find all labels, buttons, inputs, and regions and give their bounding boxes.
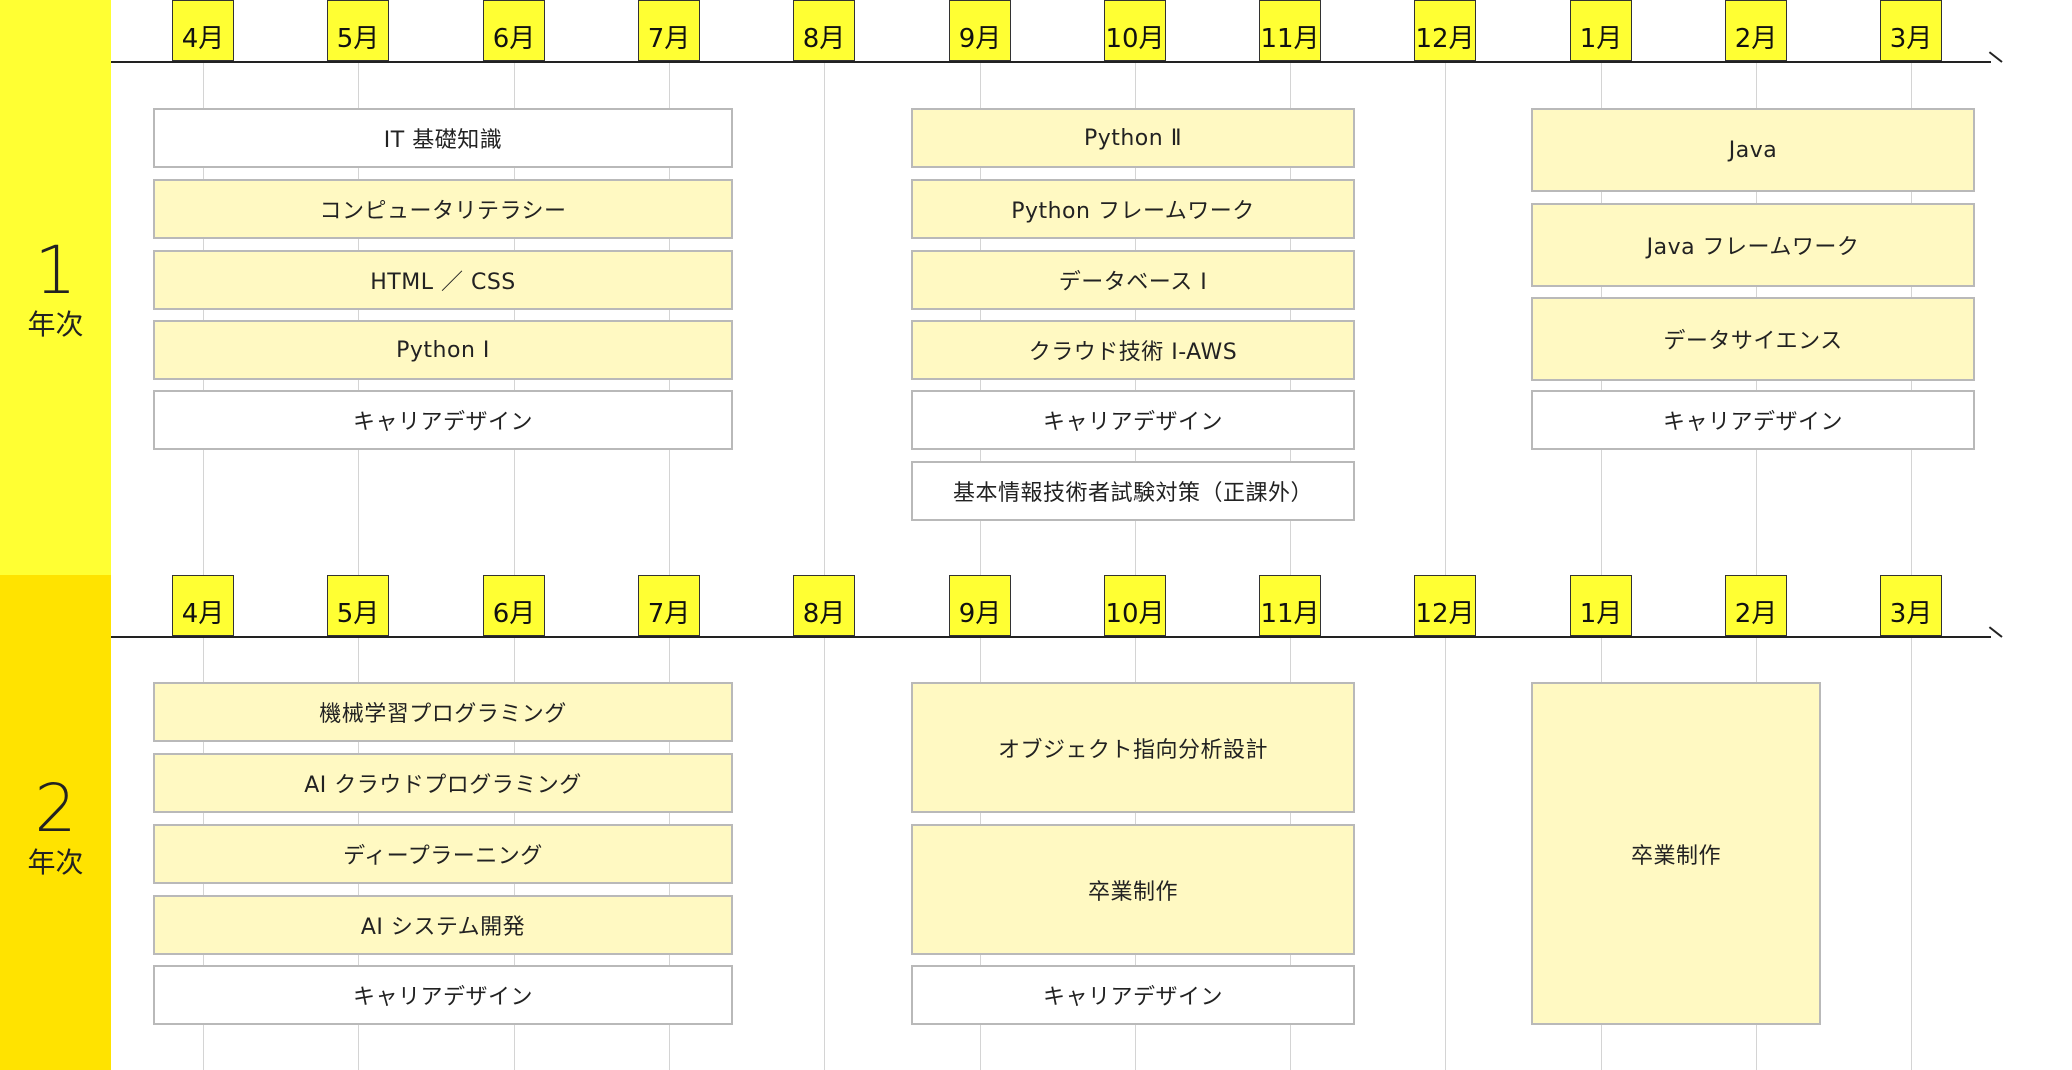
month-tag: 4月: [172, 0, 234, 61]
month-tag: 9月: [949, 575, 1011, 636]
month-tag: 4月: [172, 575, 234, 636]
month-tag: 2月: [1725, 575, 1787, 636]
course-block: 基本情報技術者試験対策（正課外）: [911, 461, 1355, 521]
course-block: Java フレームワーク: [1531, 203, 1975, 287]
course-block: オブジェクト指向分析設計: [911, 682, 1355, 813]
year-2-label: 2 年次: [0, 776, 111, 878]
month-tag: 3月: [1880, 575, 1942, 636]
course-block: Java: [1531, 108, 1975, 192]
year-2-suffix: 年次: [27, 846, 84, 879]
month-tag: 12月: [1414, 0, 1476, 61]
month-tag: 6月: [483, 0, 545, 61]
course-block: IT 基礎知識: [153, 108, 733, 168]
month-tag: 11月: [1259, 575, 1321, 636]
month-tag: 10月: [1104, 575, 1166, 636]
course-block: AI システム開発: [153, 895, 733, 955]
month-tag: 11月: [1259, 0, 1321, 61]
month-gridline: [824, 637, 825, 1070]
month-tag: 10月: [1104, 0, 1166, 61]
month-tag: 2月: [1725, 0, 1787, 61]
year-1-number: 1: [34, 232, 77, 309]
month-tag: 5月: [327, 0, 389, 61]
month-tag: 12月: [1414, 575, 1476, 636]
year-2-timeline: [111, 636, 1991, 638]
course-block: ディープラーニング: [153, 824, 733, 884]
month-tag: 6月: [483, 575, 545, 636]
course-block: データサイエンス: [1531, 297, 1975, 381]
month-tag: 7月: [638, 575, 700, 636]
year-1-suffix: 年次: [27, 308, 84, 341]
course-block: HTML ／ CSS: [153, 250, 733, 310]
month-tag: 8月: [793, 0, 855, 61]
month-tag: 1月: [1570, 0, 1632, 61]
month-gridline: [824, 62, 825, 575]
course-block: Python Ⅰ: [153, 320, 733, 380]
course-block: Python Ⅱ: [911, 108, 1355, 168]
year-2-number: 2: [34, 770, 77, 847]
course-block: キャリアデザイン: [153, 390, 733, 450]
course-block: Python フレームワーク: [911, 179, 1355, 239]
month-gridline: [1911, 637, 1912, 1070]
month-tag: 7月: [638, 0, 700, 61]
year-1-timeline: [111, 61, 1991, 63]
course-block: データベース Ⅰ: [911, 250, 1355, 310]
course-block: キャリアデザイン: [1531, 390, 1975, 450]
month-gridline: [1445, 637, 1446, 1070]
course-block: キャリアデザイン: [911, 390, 1355, 450]
course-block: 機械学習プログラミング: [153, 682, 733, 742]
month-tag: 5月: [327, 575, 389, 636]
course-block: AI クラウドプログラミング: [153, 753, 733, 813]
course-block: 卒業制作: [1531, 682, 1821, 1025]
course-block: 卒業制作: [911, 824, 1355, 955]
month-gridline: [1445, 62, 1446, 575]
course-block: キャリアデザイン: [911, 965, 1355, 1025]
course-block: コンピュータリテラシー: [153, 179, 733, 239]
course-block: キャリアデザイン: [153, 965, 733, 1025]
course-block: クラウド技術 Ⅰ-AWS: [911, 320, 1355, 380]
month-tag: 1月: [1570, 575, 1632, 636]
month-tag: 9月: [949, 0, 1011, 61]
month-tag: 3月: [1880, 0, 1942, 61]
year-1-label: 1 年次: [0, 238, 111, 340]
month-tag: 8月: [793, 575, 855, 636]
